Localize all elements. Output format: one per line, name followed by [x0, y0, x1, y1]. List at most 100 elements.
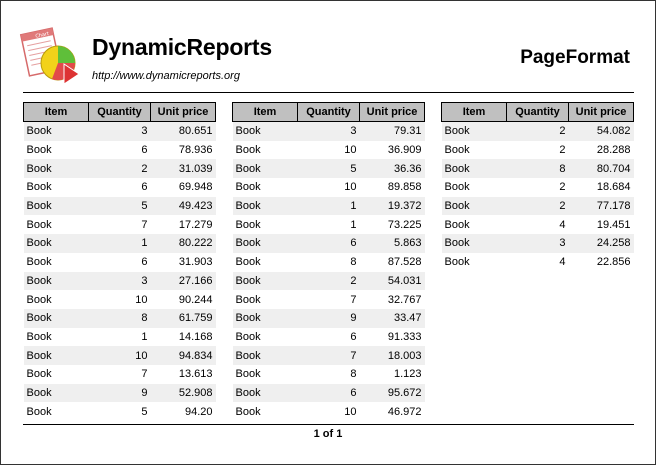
cell-item: Book: [26, 144, 52, 157]
table-column-1: Item Quantity Unit price Book 3 80.651 Boo…: [23, 102, 216, 421]
cell-unit-price: 61.759: [150, 308, 216, 328]
table-row: Book 2 54.031: [232, 271, 425, 291]
cell-unit-price: 87.528: [387, 256, 422, 269]
cell-item: Book: [232, 234, 298, 253]
table-row: Book 9 52.908: [23, 383, 216, 403]
cell-unit-price: 31.903: [178, 256, 213, 269]
cell-quantity: 5: [88, 196, 151, 216]
cell-item: Book: [441, 159, 507, 179]
table-row: Book 10 46.972: [233, 402, 425, 421]
cell-unit-price: 36.909: [387, 144, 422, 157]
header-quantity: Quantity: [297, 102, 360, 122]
table-row: Book 6 5.863: [232, 234, 425, 253]
cell-unit-price: 1.123: [393, 368, 422, 381]
table-row: Book 3 27.166: [23, 271, 216, 291]
cell-item: Book: [232, 271, 298, 291]
cell-item: Book: [23, 346, 89, 365]
cell-unit-price: 89.858: [387, 181, 422, 194]
table-row: Book 4 19.451: [442, 215, 634, 234]
page-title: PageFormat: [520, 47, 630, 68]
cell-unit-price: 90.244: [178, 293, 213, 306]
table-row: Book 6 31.903: [24, 253, 216, 272]
cell-unit-price: 24.258: [568, 234, 634, 253]
cell-unit-price: 13.613: [178, 368, 213, 381]
cell-quantity: 6: [297, 234, 360, 253]
cell-unit-price: 19.372: [359, 196, 425, 216]
table-row: Book 6 91.333: [233, 328, 425, 347]
table-row: Book 7 18.003: [232, 346, 425, 365]
cell-item: Book: [232, 346, 298, 365]
table-row: Book 1 80.222: [23, 234, 216, 253]
cell-item: Book: [235, 330, 261, 343]
cell-item: Book: [23, 121, 89, 141]
table-row: Book 2 18.684: [442, 178, 634, 197]
cell-quantity: 2: [506, 196, 569, 216]
cell-item: Book: [444, 218, 470, 231]
table-row: Book 6 95.672: [232, 383, 425, 403]
table-row: Book 2 77.178: [441, 196, 634, 216]
cell-item: Book: [444, 256, 470, 269]
cell-unit-price: 17.279: [178, 218, 213, 231]
table-row: Book 8 1.123: [233, 365, 425, 384]
cell-unit-price: 18.684: [596, 181, 631, 194]
header-item: Item: [23, 102, 89, 122]
table-row: Book 6 78.936: [24, 141, 216, 160]
footer-rule: [23, 424, 634, 425]
cell-item: Book: [444, 181, 470, 194]
cell-unit-price: 94.20: [184, 405, 213, 418]
cell-quantity: 5: [297, 159, 360, 179]
cell-quantity: 2: [559, 181, 566, 194]
cell-unit-price: 33.47: [359, 308, 425, 328]
cell-quantity: 4: [559, 256, 566, 269]
table-row: Book 8 80.704: [441, 159, 634, 179]
cell-quantity: 2: [88, 159, 151, 179]
cell-unit-price: 46.972: [387, 405, 422, 418]
table-row: Book 8 61.759: [23, 308, 216, 328]
cell-quantity: 6: [141, 181, 148, 194]
cell-unit-price: 19.451: [596, 218, 631, 231]
cell-item: Book: [26, 256, 52, 269]
cell-item: Book: [232, 383, 298, 403]
table-row: Book 8 87.528: [233, 253, 425, 272]
cell-quantity: 6: [297, 383, 360, 403]
cell-item: Book: [23, 271, 89, 291]
cell-item: Book: [232, 159, 298, 179]
report-page: Chart DynamicReports http://www.dynamicr…: [0, 0, 656, 465]
cell-unit-price: 77.178: [568, 196, 634, 216]
table-row: Book 2 28.288: [442, 141, 634, 160]
cell-quantity: 8: [88, 308, 151, 328]
cell-quantity: 6: [141, 256, 148, 269]
cell-quantity: 3: [88, 271, 151, 291]
cell-item: Book: [235, 256, 261, 269]
table-row: Book 7 32.767: [233, 290, 425, 309]
table-row: Book 5 49.423: [23, 196, 216, 216]
cell-unit-price: 36.36: [359, 159, 425, 179]
cell-quantity: 3: [88, 121, 151, 141]
table-row: Book 2 54.082: [441, 121, 634, 141]
cell-item: Book: [235, 293, 261, 306]
table-row: Book 10 94.834: [23, 346, 216, 365]
cell-item: Book: [23, 196, 89, 216]
cell-item: Book: [23, 159, 89, 179]
cell-quantity: 1: [141, 330, 148, 343]
cell-quantity: 10: [88, 346, 151, 365]
table-row: Book 10 90.244: [24, 290, 216, 309]
cell-unit-price: 80.704: [568, 159, 634, 179]
table-row: Book 7 17.279: [24, 215, 216, 234]
header-item: Item: [232, 102, 298, 122]
cell-item: Book: [441, 121, 507, 141]
cell-item: Book: [235, 218, 261, 231]
cell-unit-price: 32.767: [387, 293, 422, 306]
cell-quantity: 7: [297, 346, 360, 365]
table-row: Book 3 24.258: [441, 234, 634, 253]
table-row: Book 3 79.31: [232, 121, 425, 141]
cell-unit-price: 80.651: [150, 121, 216, 141]
cell-item: Book: [26, 181, 52, 194]
cell-unit-price: 73.225: [387, 218, 422, 231]
cell-quantity: 7: [141, 218, 148, 231]
cell-quantity: 1: [350, 218, 357, 231]
cell-item: Book: [235, 181, 261, 194]
cell-quantity: 2: [297, 271, 360, 291]
table-row: Book 2 31.039: [23, 159, 216, 179]
table-row: Book 5 94.20: [24, 402, 216, 421]
